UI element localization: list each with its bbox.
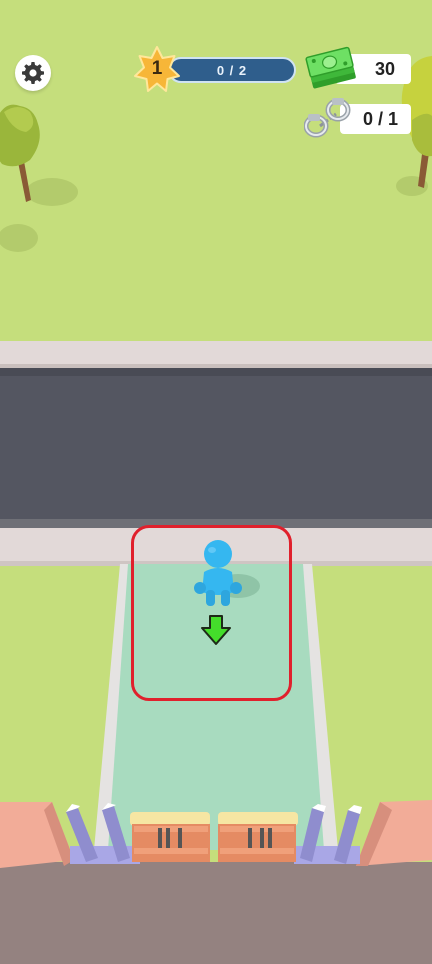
gear-icon [22,62,45,84]
game-scene [0,0,432,964]
gate [218,812,298,862]
sidewalk-top [0,341,432,365]
handcuffs-icon [304,98,351,138]
grass [0,0,432,342]
road [0,368,432,521]
down-arrow-icon [201,615,231,645]
level-progress-bar: 0 / 2 [168,57,296,83]
player-character[interactable] [190,538,246,612]
level-progress-text: 0 / 2 [216,62,248,78]
gate [130,812,210,862]
prisoner-value: 0 / 1 [362,108,398,129]
ground [0,862,432,964]
cash-stack-icon [305,46,356,89]
level-number: 1 [151,58,163,79]
settings-button[interactable] [15,55,51,91]
money-value: 30 [374,58,395,79]
